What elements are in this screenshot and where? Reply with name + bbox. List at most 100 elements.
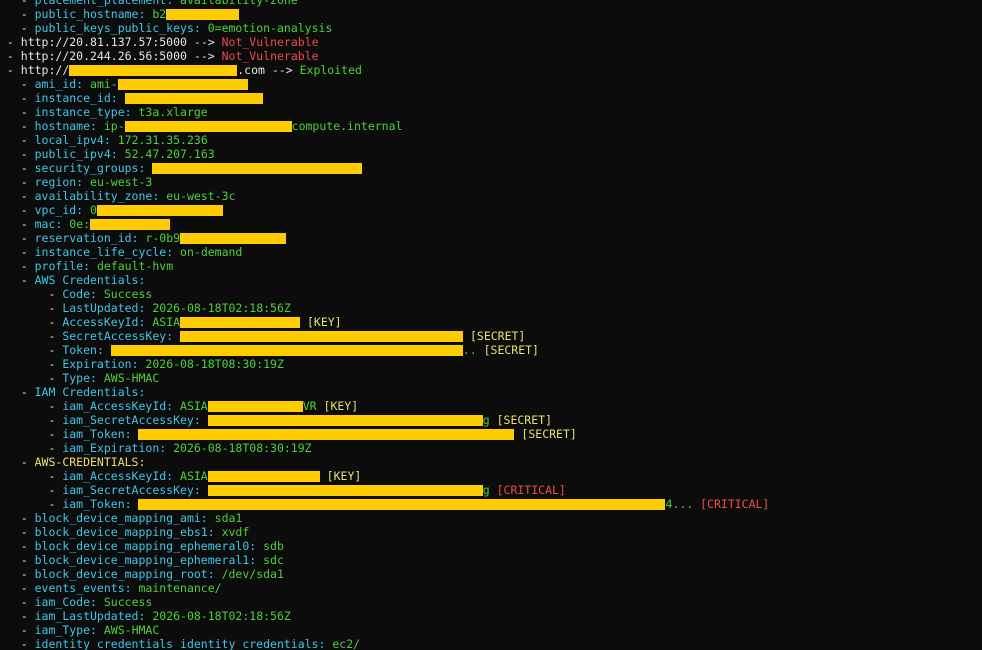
key-separator: : [124, 581, 139, 595]
terminal-line: - block_device_mapping_ami: sda1 [0, 511, 243, 525]
line-bullet: - [0, 217, 35, 231]
field-value-tail: compute.internal [291, 119, 403, 133]
terminal-line: - iam_LastUpdated: 2026-08-18T02:18:56Z [0, 609, 291, 623]
key-separator: : [90, 287, 104, 301]
field-key: local_ipv4 [34, 133, 104, 147]
field-value: sdc [263, 553, 284, 567]
key-separator: : [131, 357, 146, 371]
line-bullet: - [0, 399, 63, 413]
key-separator: : [76, 175, 91, 189]
terminal-output[interactable]: - placement_placement: availability-zone… [0, 0, 982, 650]
field-value: r-0b9 [145, 231, 181, 245]
key-separator: : [110, 91, 125, 105]
terminal-line: - Type: AWS-HMAC [0, 371, 159, 385]
field-key: profile [34, 259, 84, 273]
field-key: iam_SecretAccessKey [62, 483, 194, 497]
field-value: Success [103, 595, 153, 609]
line-bullet: - [0, 105, 35, 119]
redaction-mark [180, 233, 287, 244]
field-value: 52.47.207.163 [124, 147, 215, 161]
line-bullet: - [0, 49, 21, 63]
terminal-line: - availability_zone: eu-west-3c [0, 189, 236, 203]
result-arrow: --> [193, 49, 215, 63]
line-bullet: - [0, 231, 35, 245]
terminal-line: - LastUpdated: 2026-08-18T02:18:56Z [0, 301, 291, 315]
terminal-line: - public_keys_public_keys: 0=emotion-ana… [0, 21, 333, 35]
line-bullet: - [0, 119, 35, 133]
field-key: iam_SecretAccessKey [62, 413, 194, 427]
field-key: security_groups [34, 161, 139, 175]
key-separator: : [90, 595, 104, 609]
terminal-line: - http:// .com --> Exploited [0, 63, 362, 77]
line-bullet: - [0, 609, 35, 623]
line-bullet: - [0, 245, 35, 259]
key-separator: : [96, 343, 111, 357]
field-value-tail: VR [302, 399, 317, 413]
line-bullet: - [0, 441, 63, 455]
line-bullet: - [0, 203, 35, 217]
line-bullet: - [0, 301, 63, 315]
field-key: AWS-CREDENTIALS [34, 455, 139, 469]
key-separator: : [83, 259, 97, 273]
key-separator: : [138, 7, 153, 21]
key-separator: : [166, 245, 181, 259]
scan-status: Not_Vulnerable [221, 49, 319, 63]
redaction-mark [207, 485, 483, 496]
field-value: availability-zone [180, 0, 298, 7]
key-separator: : [131, 231, 146, 245]
field-key: public_ipv4 [34, 147, 111, 161]
field-value: ASIA [152, 315, 181, 329]
line-bullet: - [0, 91, 35, 105]
field-key: public_hostname [34, 7, 139, 21]
terminal-line: - identity_credentials_identity_credenti… [0, 637, 360, 650]
line-bullet: - [0, 539, 35, 553]
key-separator: : [124, 105, 139, 119]
redaction-mark [138, 429, 515, 440]
key-separator: : [55, 217, 70, 231]
terminal-line: - block_device_mapping_ephemeral0: sdb [0, 539, 284, 553]
terminal-line: - Expiration: 2026-08-18T08:30:19Z [0, 357, 283, 371]
field-value: ip- [103, 119, 125, 133]
field-key: iam_Code [34, 595, 91, 609]
field-value: 2026-08-18T02:18:56Z [152, 301, 291, 315]
field-key: ami_id [34, 77, 77, 91]
field-key: iam_Type [34, 623, 91, 637]
redaction-mark [96, 205, 223, 216]
field-value: eu-west-3 [90, 175, 153, 189]
field-value: eu-west-3c [166, 189, 236, 203]
redaction-mark [90, 219, 171, 230]
redaction-mark [138, 499, 666, 510]
field-key: iam_LastUpdated [34, 609, 139, 623]
field-key: Type [62, 371, 91, 385]
line-bullet: - [0, 343, 63, 357]
terminal-line: - hostname: ip-compute.internal [0, 119, 403, 133]
field-value: 0 [90, 203, 97, 217]
field-value: xvdf [221, 525, 250, 539]
redaction-mark [207, 415, 483, 426]
terminal-line: - security_groups: [0, 161, 363, 175]
field-key: SecretAccessKey [62, 329, 167, 343]
field-key: block_device_mapping_root [34, 567, 208, 581]
terminal-line: - block_device_mapping_root: /dev/sda1 [0, 567, 284, 581]
result-arrow: --> [193, 35, 215, 49]
key-separator: : [152, 189, 167, 203]
field-key: instance_type [34, 105, 125, 119]
key-separator: : [138, 315, 153, 329]
field-value-tail: .. [462, 343, 477, 357]
terminal-line: - profile: default-hvm [0, 259, 173, 273]
field-key: block_device_mapping_ami [34, 511, 201, 525]
severity-tag: [KEY] [326, 469, 362, 483]
line-bullet: - [0, 175, 35, 189]
key-separator: : [110, 147, 125, 161]
terminal-line: - AWS-CREDENTIALS: [0, 455, 152, 469]
line-bullet: - [0, 371, 63, 385]
key-separator: : [193, 413, 208, 427]
